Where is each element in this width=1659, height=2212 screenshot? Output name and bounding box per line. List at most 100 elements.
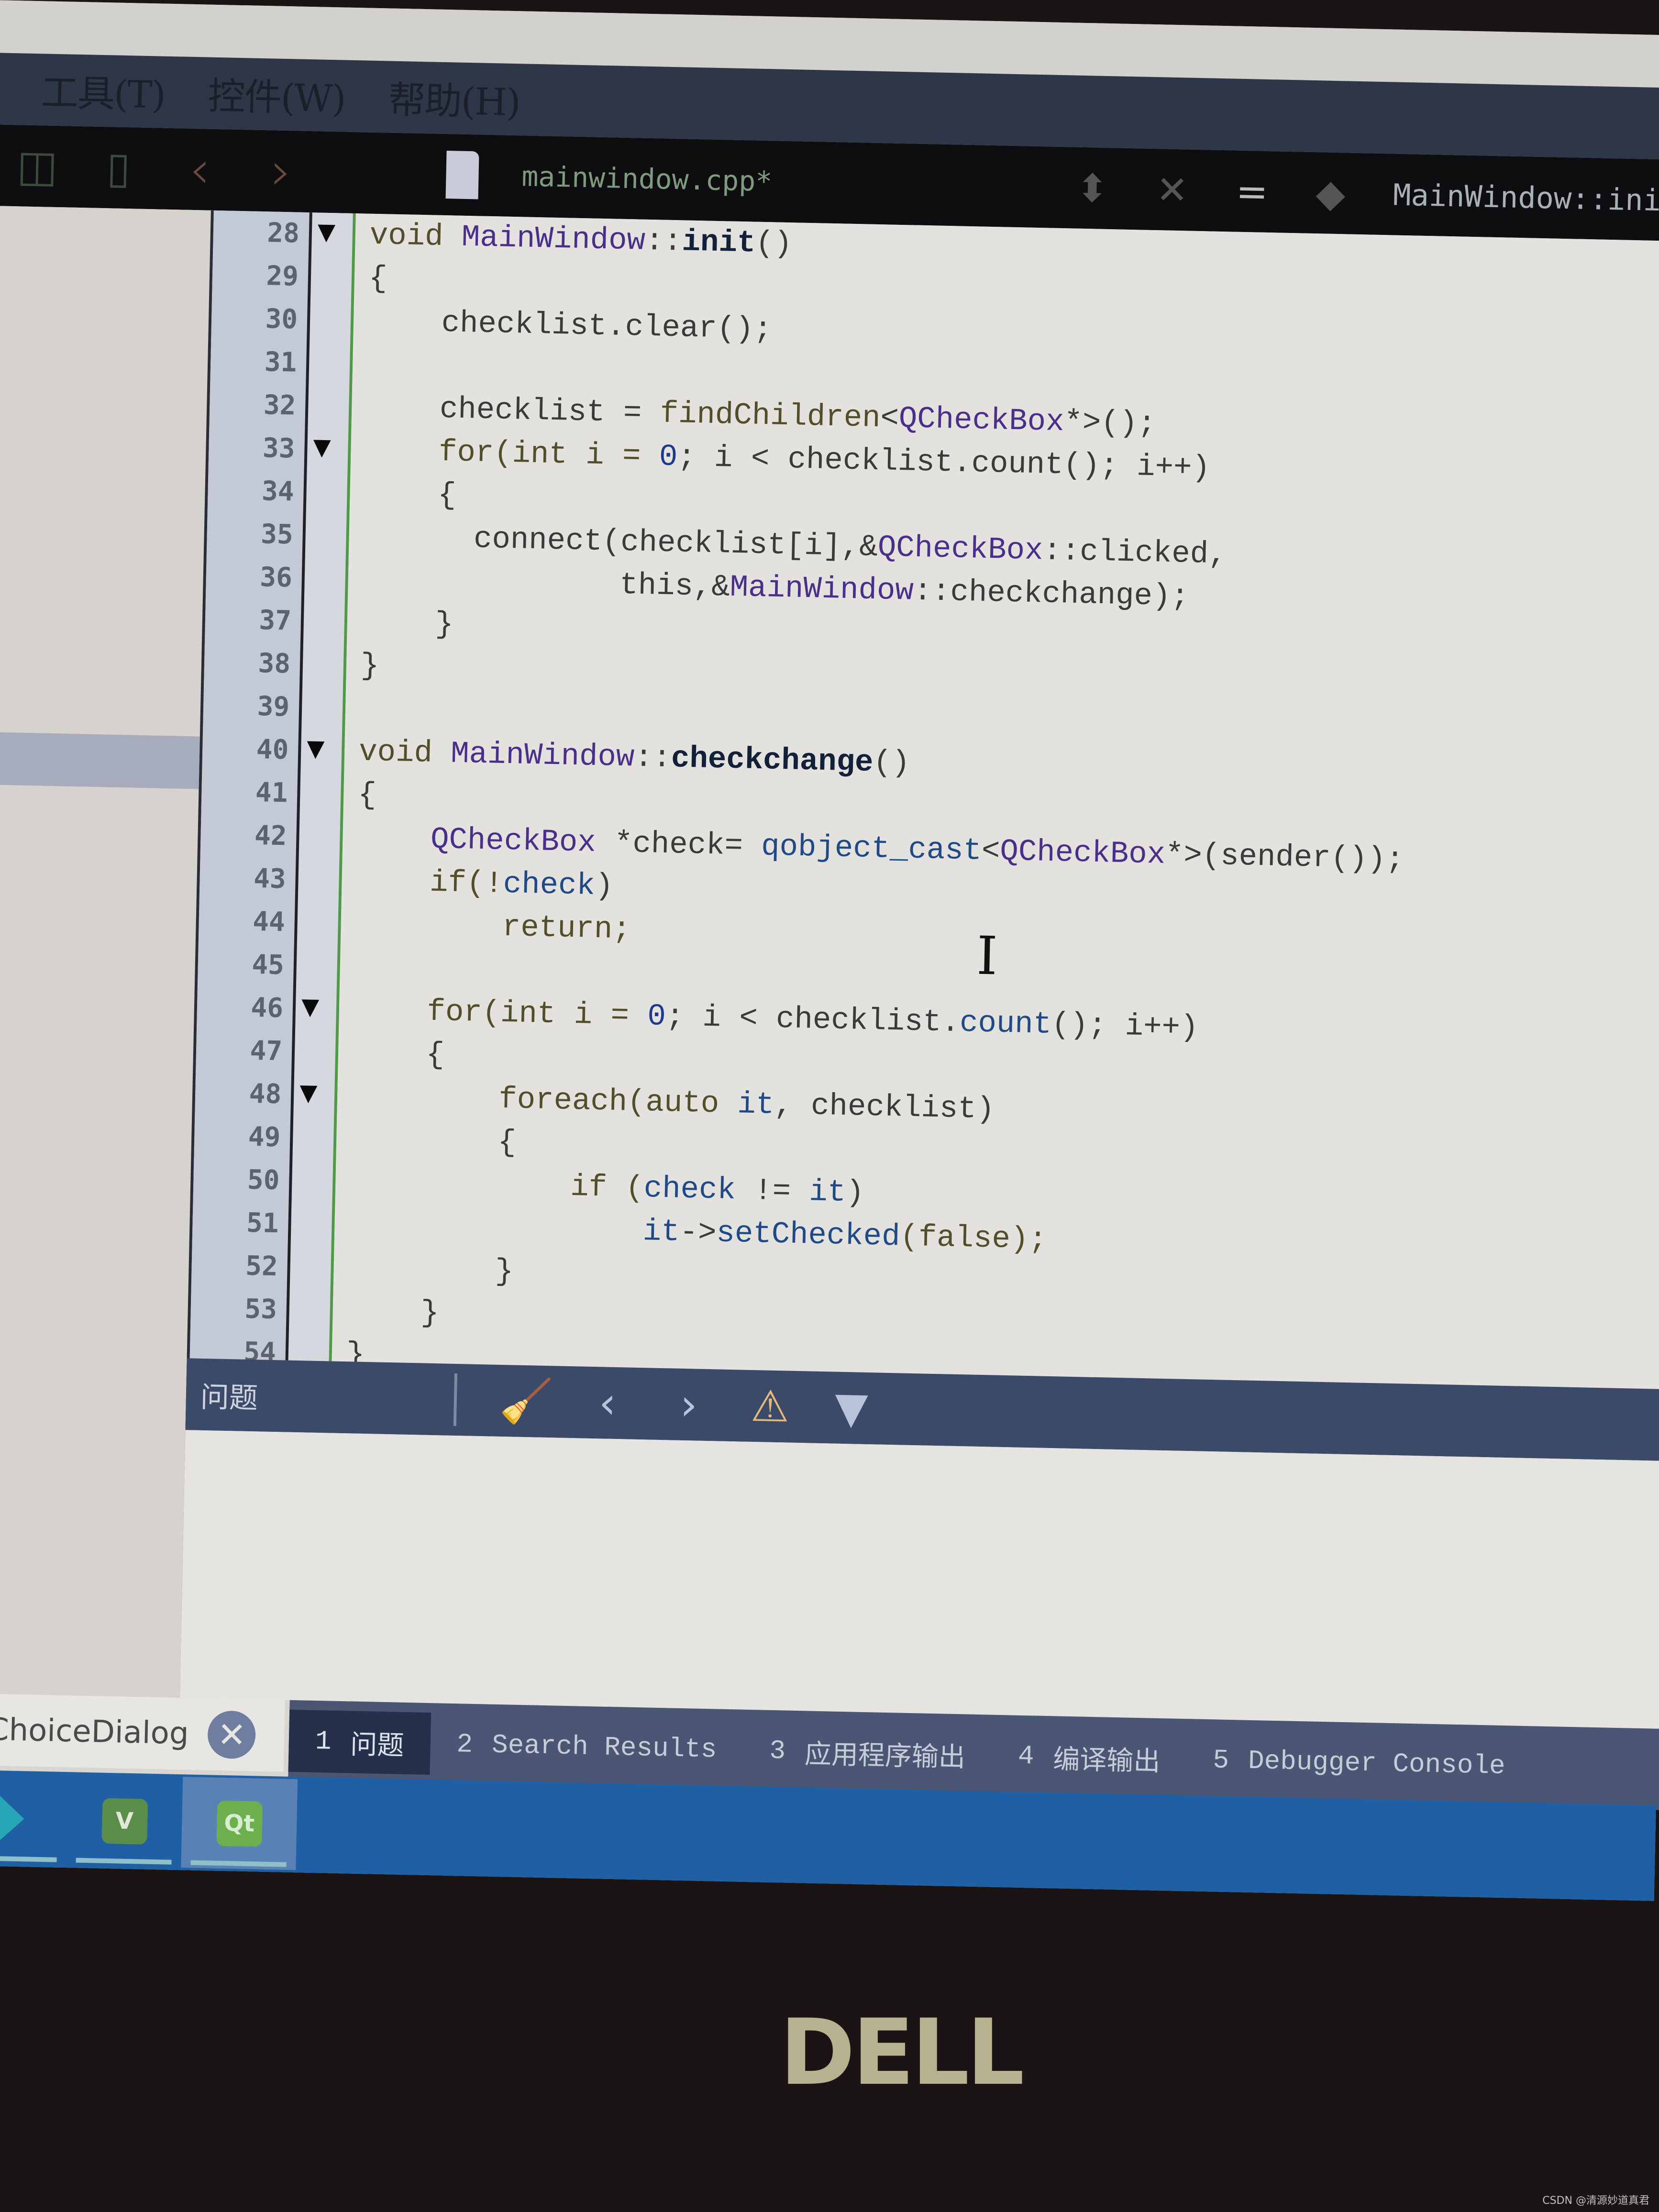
- output-tab-label: 问题: [350, 1731, 404, 1763]
- close-document-button[interactable]: ✕: [1156, 167, 1189, 212]
- code-line-33: for(int i = 0; i < checklist.count(); i+…: [365, 434, 1211, 486]
- code-token: QCheckBox: [898, 401, 1065, 440]
- taskbar-app-qt-creator[interactable]: Qt: [181, 1777, 298, 1870]
- forward-button[interactable]: ›: [240, 140, 322, 203]
- output-tab[interactable]: 4 编译输出: [991, 1725, 1187, 1791]
- output-tab[interactable]: 1 问题: [288, 1709, 431, 1775]
- code-token: ; i < checklist.count(); i++): [677, 440, 1211, 486]
- code-line-50: if (check != it): [349, 1165, 864, 1211]
- next-issue-button[interactable]: ›: [648, 1379, 730, 1431]
- output-tab[interactable]: 2 Search Results: [430, 1713, 744, 1781]
- code-token: MainWindow: [461, 220, 646, 259]
- code-line-37: }: [361, 606, 454, 642]
- split-icon[interactable]: ▯: [77, 142, 160, 194]
- line-number: 39: [257, 691, 290, 723]
- output-tab[interactable]: 5 Debugger Console: [1186, 1728, 1532, 1798]
- line-number: 51: [246, 1207, 279, 1239]
- warning-filter-icon[interactable]: ⚠: [729, 1381, 811, 1433]
- fold-arrow-icon[interactable]: ▼: [307, 735, 325, 762]
- open-file-selector[interactable]: mainwindow.cpp*: [521, 160, 773, 198]
- code-line-30: checklist.clear();: [367, 304, 773, 348]
- code-editor[interactable]: void MainWindow::init() { checklist.clea…: [332, 213, 1659, 1390]
- code-token: ::: [634, 741, 672, 776]
- file-dropdown-icon[interactable]: ⬍: [1076, 166, 1109, 210]
- code-line-49: {: [350, 1122, 517, 1161]
- output-tab-number: 4: [1018, 1740, 1035, 1772]
- code-line-52: }: [347, 1251, 514, 1290]
- fold-arrow-icon[interactable]: ▼: [301, 993, 319, 1020]
- line-number: 32: [263, 389, 297, 421]
- file-icon: [445, 151, 479, 199]
- line-number: 30: [265, 303, 298, 335]
- code-token: if(!: [355, 864, 504, 902]
- taskbar-app-vs[interactable]: V: [66, 1774, 183, 1868]
- code-token: count: [959, 1006, 1052, 1042]
- code-token: *check=: [595, 826, 762, 864]
- sidebar-selected-row[interactable]: [0, 731, 200, 789]
- fold-arrow-icon[interactable]: ▼: [317, 218, 335, 245]
- code-token: foreach(auto: [351, 1079, 738, 1122]
- code-token: findChildren: [659, 397, 881, 436]
- output-tab-label: Debugger Console: [1248, 1745, 1506, 1782]
- open-documents-combo[interactable]: onChoiceDialog ✕: [0, 1693, 285, 1772]
- code-token: ; i < checklist.: [665, 1000, 960, 1040]
- line-number: 36: [259, 562, 293, 594]
- output-tab[interactable]: 3 应用程序输出: [742, 1719, 992, 1787]
- issues-panel-title: 问题: [200, 1380, 258, 1415]
- code-token: (); i++): [1051, 1007, 1199, 1046]
- line-number: 29: [265, 260, 299, 292]
- issues-list[interactable]: [179, 1430, 1659, 1729]
- code-line-44: return;: [354, 907, 631, 948]
- line-number: 48: [249, 1078, 282, 1110]
- code-token: init: [681, 225, 756, 261]
- code-token: connect(checklist[i],&: [363, 520, 878, 565]
- line-number: 35: [260, 519, 294, 551]
- taskbar-app-arrow[interactable]: [0, 1772, 68, 1865]
- code-token: QCheckBox: [430, 822, 597, 861]
- close-icon[interactable]: ✕: [207, 1710, 256, 1759]
- symbol-selector[interactable]: MainWindow::ini: [1393, 177, 1659, 218]
- line-number: 42: [254, 819, 288, 852]
- split-editor-button[interactable]: =: [1236, 169, 1269, 214]
- code-token: if (: [349, 1165, 644, 1206]
- code-token: (): [873, 746, 910, 781]
- output-tab-number: 1: [315, 1726, 332, 1757]
- code-token: it: [808, 1175, 846, 1210]
- menu-help[interactable]: 帮助(H): [388, 70, 520, 126]
- dell-logo: DELL: [780, 2000, 1025, 2105]
- back-button[interactable]: ‹: [158, 138, 241, 201]
- code-token: <: [981, 834, 1001, 869]
- output-tab-number: 2: [456, 1729, 473, 1760]
- line-number: 37: [258, 605, 292, 637]
- app-running-indicator: [190, 1860, 287, 1867]
- code-line-48: foreach(auto it, checklist): [351, 1079, 995, 1128]
- fold-arrow-icon[interactable]: ▼: [313, 433, 331, 461]
- menu-tools[interactable]: 工具(T): [41, 63, 166, 119]
- code-token: (false);: [899, 1220, 1048, 1258]
- code-token: (): [755, 226, 793, 262]
- code-token: ->: [679, 1215, 717, 1251]
- code-token: check: [503, 867, 596, 904]
- code-token: this,&: [362, 563, 730, 605]
- line-number: 31: [264, 346, 297, 378]
- vs-app-icon: V: [101, 1798, 148, 1845]
- clean-icon[interactable]: 🧹: [485, 1375, 567, 1427]
- code-line-40: void MainWindow::checkchange(): [358, 735, 910, 781]
- code-token: QCheckBox: [999, 834, 1166, 873]
- sidebar-toggle-icon[interactable]: ◫: [0, 140, 78, 192]
- code-line-53: }: [346, 1294, 440, 1331]
- code-token: void: [369, 218, 462, 255]
- line-number: 47: [250, 1035, 283, 1067]
- fold-arrow-icon[interactable]: ▼: [299, 1079, 318, 1106]
- code-token: MainWindow: [450, 737, 635, 775]
- filter-icon[interactable]: ▼: [810, 1382, 893, 1434]
- prev-issue-button[interactable]: ‹: [566, 1377, 649, 1429]
- code-token: check: [643, 1172, 736, 1208]
- output-tab-label: Search Results: [491, 1729, 718, 1765]
- menu-widgets[interactable]: 控件(W): [208, 66, 346, 123]
- project-sidebar[interactable]: [0, 205, 214, 1698]
- code-token: , checklist): [774, 1088, 995, 1128]
- line-number: 44: [252, 906, 286, 938]
